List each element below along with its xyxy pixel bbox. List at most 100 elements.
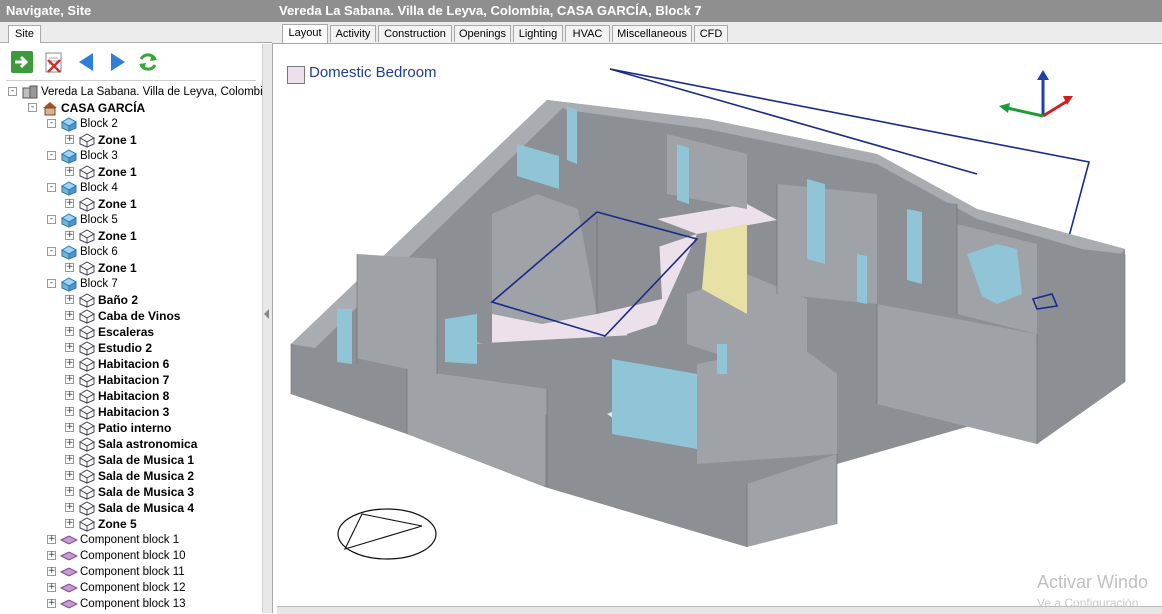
tab-lighting[interactable]: Lighting (513, 25, 563, 42)
building-walls (290, 100, 1126, 547)
model-title: Vereda La Sabana. Villa de Leyva, Colomb… (272, 0, 1162, 22)
expand-icon[interactable]: + (65, 503, 74, 512)
collapse-icon[interactable]: - (28, 103, 37, 112)
expand-icon[interactable]: + (65, 407, 74, 416)
expand-icon[interactable]: + (65, 327, 74, 336)
tab-site[interactable]: Site (8, 25, 41, 43)
expand-icon[interactable]: + (65, 311, 74, 320)
zone-icon (78, 356, 96, 372)
delete-button[interactable] (42, 50, 66, 74)
windows-activation-watermark: Activar Windo (1037, 572, 1149, 592)
navigate-panel: Navigate, Site Site - Vereda La Sabana. … (0, 0, 273, 613)
zone-icon (78, 372, 96, 388)
tree-item-label: Sala astronomica (98, 437, 198, 451)
tab-activity[interactable]: Activity (330, 25, 376, 42)
block-icon (60, 244, 78, 260)
tab-construction[interactable]: Construction (378, 25, 452, 42)
expand-icon[interactable]: + (65, 375, 74, 384)
navigate-toolbar (0, 44, 262, 78)
expand-icon[interactable]: + (47, 535, 56, 544)
collapse-icon[interactable]: - (47, 119, 56, 128)
zone-icon (78, 260, 96, 276)
expand-icon[interactable]: + (65, 471, 74, 480)
expand-icon[interactable]: + (65, 295, 74, 304)
go-button[interactable] (10, 50, 34, 74)
expand-icon[interactable]: + (47, 551, 56, 560)
expand-icon[interactable]: + (65, 199, 74, 208)
go-icon (11, 51, 33, 73)
expand-icon[interactable]: + (65, 231, 74, 240)
tab-layout[interactable]: Layout (282, 24, 328, 43)
model-viewport[interactable]: Domestic Bedroom Activar Windo Ve a Conf… (277, 44, 1162, 613)
block-icon (60, 212, 78, 228)
expand-icon[interactable]: + (65, 519, 74, 528)
component-icon (59, 532, 79, 548)
expand-icon[interactable]: + (65, 263, 74, 272)
expand-icon[interactable]: + (47, 583, 56, 592)
north-compass-icon[interactable] (337, 508, 437, 560)
collapse-icon[interactable]: - (47, 183, 56, 192)
expand-icon[interactable]: + (65, 391, 74, 400)
zone-icon (78, 468, 96, 484)
zone-icon (78, 436, 96, 452)
legend-label: Domestic Bedroom (309, 64, 437, 81)
block-icon (60, 116, 78, 132)
tree-item-label: Zone 1 (98, 133, 137, 147)
panel-splitter[interactable] (262, 44, 272, 613)
tree-item-label: Zone 1 (98, 229, 137, 243)
collapse-arrow-icon[interactable] (264, 309, 269, 319)
expand-icon[interactable]: + (65, 343, 74, 352)
tab-miscellaneous[interactable]: Miscellaneous (612, 25, 692, 42)
zone-icon (78, 484, 96, 500)
refresh-icon (139, 53, 157, 71)
forward-button[interactable] (106, 50, 130, 74)
building-model[interactable] (277, 44, 1162, 613)
zone-icon (78, 132, 96, 148)
expand-icon[interactable]: + (65, 167, 74, 176)
site-tree[interactable]: - Vereda La Sabana. Villa de Leyva, Colom… (0, 84, 262, 613)
tab-hvac[interactable]: HVAC (565, 25, 610, 42)
collapse-icon[interactable]: - (8, 87, 17, 96)
expand-icon[interactable]: + (65, 359, 74, 368)
model-tabbar: Layout Activity Construction Openings Lighti… (272, 22, 1162, 44)
tree-item-label: Vereda La Sabana. Villa de Leyva, Colomb… (41, 86, 262, 98)
refresh-button[interactable] (136, 50, 160, 74)
axis-gizmo-icon[interactable] (999, 70, 1073, 118)
expand-icon[interactable]: + (65, 135, 74, 144)
collapse-icon[interactable]: - (47, 279, 56, 288)
tree-item-label: CASA GARCÍA (61, 101, 146, 115)
zone-icon (78, 452, 96, 468)
zone-icon (78, 308, 96, 324)
expand-icon[interactable]: + (65, 439, 74, 448)
expand-icon[interactable]: + (65, 455, 74, 464)
zone-icon (78, 388, 96, 404)
zone-icon (78, 340, 96, 356)
tree-item-label: Patio interno (98, 421, 172, 435)
expand-icon[interactable]: + (47, 599, 56, 608)
back-button[interactable] (74, 50, 98, 74)
collapse-icon[interactable]: - (47, 215, 56, 224)
collapse-icon[interactable]: - (47, 151, 56, 160)
tree-item-label: Zone 5 (98, 517, 137, 531)
tree-item-label: Block 4 (80, 182, 118, 194)
tree-item-label: Component block 12 (80, 582, 186, 594)
delete-icon (45, 52, 62, 73)
forward-arrow-icon (111, 53, 125, 71)
tree-item-label: Block 5 (80, 214, 118, 226)
expand-icon[interactable]: + (65, 423, 74, 432)
tree-item-label: Block 6 (80, 246, 118, 258)
expand-icon[interactable]: + (65, 487, 74, 496)
tree-item-label: Habitacion 6 (98, 357, 170, 371)
collapse-icon[interactable]: - (47, 247, 56, 256)
component-icon (59, 564, 79, 580)
toolbar-divider (6, 80, 256, 81)
tab-openings[interactable]: Openings (454, 25, 511, 42)
tab-cfd[interactable]: CFD (694, 25, 728, 42)
tree-item-label: Sala de Musica 1 (98, 453, 195, 467)
tree-item-label: Block 3 (80, 150, 118, 162)
block-icon (60, 276, 78, 292)
tree-item-label: Habitacion 3 (98, 405, 170, 419)
expand-icon[interactable]: + (47, 567, 56, 576)
zone-icon (78, 420, 96, 436)
tree-item-label: Zone 1 (98, 197, 137, 211)
